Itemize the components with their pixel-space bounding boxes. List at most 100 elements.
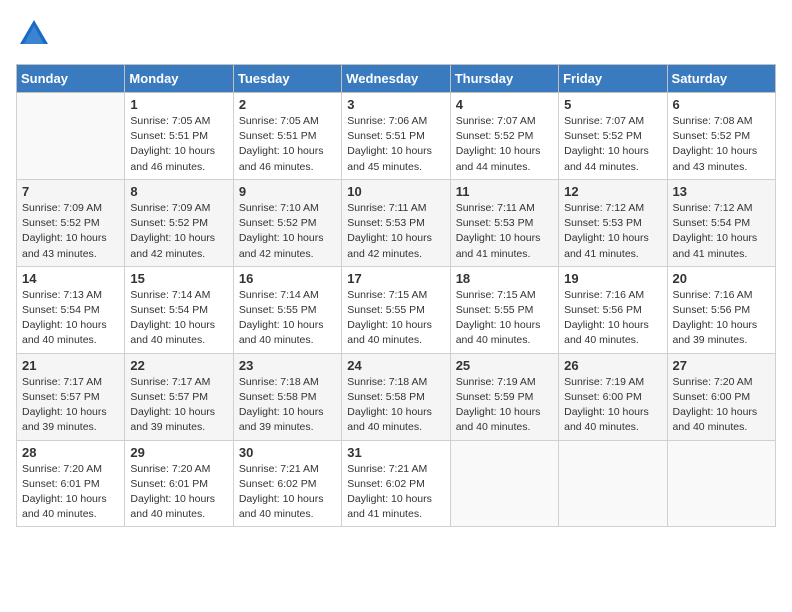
calendar-cell: 9Sunrise: 7:10 AM Sunset: 5:52 PM Daylig…: [233, 179, 341, 266]
calendar-cell: 17Sunrise: 7:15 AM Sunset: 5:55 PM Dayli…: [342, 266, 450, 353]
day-info: Sunrise: 7:20 AM Sunset: 6:01 PM Dayligh…: [130, 462, 227, 523]
day-number: 5: [564, 97, 661, 112]
day-number: 2: [239, 97, 336, 112]
day-info: Sunrise: 7:06 AM Sunset: 5:51 PM Dayligh…: [347, 114, 444, 175]
day-info: Sunrise: 7:19 AM Sunset: 6:00 PM Dayligh…: [564, 375, 661, 436]
day-info: Sunrise: 7:05 AM Sunset: 5:51 PM Dayligh…: [130, 114, 227, 175]
weekday-header-tuesday: Tuesday: [233, 65, 341, 93]
day-number: 21: [22, 358, 119, 373]
day-info: Sunrise: 7:07 AM Sunset: 5:52 PM Dayligh…: [564, 114, 661, 175]
day-info: Sunrise: 7:21 AM Sunset: 6:02 PM Dayligh…: [347, 462, 444, 523]
day-number: 7: [22, 184, 119, 199]
calendar-cell: 1 Sunrise: 7:05 AM Sunset: 5:51 PM Daylig…: [125, 93, 233, 180]
day-info: Sunrise: 7:21 AM Sunset: 6:02 PM Dayligh…: [239, 462, 336, 523]
day-number: 4: [456, 97, 553, 112]
calendar-cell: 29 Sunrise: 7:20 AM Sunset: 6:01 PM Dayli…: [125, 440, 233, 527]
day-info: Sunrise: 7:13 AM Sunset: 5:54 PM Dayligh…: [22, 288, 119, 349]
day-number: 29: [130, 445, 227, 460]
day-number: 30: [239, 445, 336, 460]
calendar-week-5: 28 Sunrise: 7:20 AM Sunset: 6:01 PM Dayli…: [17, 440, 776, 527]
day-number: 10: [347, 184, 444, 199]
weekday-header-thursday: Thursday: [450, 65, 558, 93]
calendar-cell: 21 Sunrise: 7:17 AM Sunset: 5:57 PM Dayli…: [17, 353, 125, 440]
calendar-cell: 31 Sunrise: 7:21 AM Sunset: 6:02 PM Dayli…: [342, 440, 450, 527]
day-number: 18: [456, 271, 553, 286]
day-number: 22: [130, 358, 227, 373]
calendar-cell: 14 Sunrise: 7:13 AM Sunset: 5:54 PM Dayli…: [17, 266, 125, 353]
calendar-cell: 13 Sunrise: 7:12 AM Sunset: 5:54 PM Dayli…: [667, 179, 775, 266]
day-info: Sunrise: 7:14 AM Sunset: 5:54 PM Dayligh…: [130, 288, 227, 349]
day-info: Sunrise: 7:10 AM Sunset: 5:52 PM Dayligh…: [239, 201, 336, 262]
day-info: Sunrise: 7:18 AM Sunset: 5:58 PM Dayligh…: [347, 375, 444, 436]
day-info: Sunrise: 7:05 AM Sunset: 5:51 PM Dayligh…: [239, 114, 336, 175]
calendar-cell: [450, 440, 558, 527]
calendar-cell: 8 Sunrise: 7:09 AM Sunset: 5:52 PM Daylig…: [125, 179, 233, 266]
day-number: 11: [456, 184, 553, 199]
day-number: 8: [130, 184, 227, 199]
calendar-cell: [667, 440, 775, 527]
calendar-cell: 28 Sunrise: 7:20 AM Sunset: 6:01 PM Dayli…: [17, 440, 125, 527]
day-number: 1: [130, 97, 227, 112]
day-info: Sunrise: 7:18 AM Sunset: 5:58 PM Dayligh…: [239, 375, 336, 436]
calendar-cell: 30 Sunrise: 7:21 AM Sunset: 6:02 PM Dayli…: [233, 440, 341, 527]
calendar-week-2: 7 Sunrise: 7:09 AM Sunset: 5:52 PM Daylig…: [17, 179, 776, 266]
calendar-cell: 26 Sunrise: 7:19 AM Sunset: 6:00 PM Dayli…: [559, 353, 667, 440]
day-number: 24: [347, 358, 444, 373]
calendar-table: SundayMondayTuesdayWednesdayThursdayFrid…: [16, 64, 776, 527]
calendar-cell: 22 Sunrise: 7:17 AM Sunset: 5:57 PM Dayli…: [125, 353, 233, 440]
calendar-cell: 5 Sunrise: 7:07 AM Sunset: 5:52 PM Daylig…: [559, 93, 667, 180]
calendar-cell: 18 Sunrise: 7:15 AM Sunset: 5:55 PM Dayli…: [450, 266, 558, 353]
weekday-header-wednesday: Wednesday: [342, 65, 450, 93]
calendar-cell: [17, 93, 125, 180]
day-number: 17: [347, 271, 444, 286]
calendar-cell: 11Sunrise: 7:11 AM Sunset: 5:53 PM Dayli…: [450, 179, 558, 266]
day-info: Sunrise: 7:09 AM Sunset: 5:52 PM Dayligh…: [130, 201, 227, 262]
day-number: 12: [564, 184, 661, 199]
day-number: 3: [347, 97, 444, 112]
day-info: Sunrise: 7:17 AM Sunset: 5:57 PM Dayligh…: [22, 375, 119, 436]
calendar-week-4: 21 Sunrise: 7:17 AM Sunset: 5:57 PM Dayli…: [17, 353, 776, 440]
day-number: 20: [673, 271, 770, 286]
calendar-cell: 3 Sunrise: 7:06 AM Sunset: 5:51 PM Daylig…: [342, 93, 450, 180]
weekday-header-monday: Monday: [125, 65, 233, 93]
calendar-cell: 2 Sunrise: 7:05 AM Sunset: 5:51 PM Daylig…: [233, 93, 341, 180]
calendar-cell: 4 Sunrise: 7:07 AM Sunset: 5:52 PM Daylig…: [450, 93, 558, 180]
weekday-header-friday: Friday: [559, 65, 667, 93]
calendar-cell: 15 Sunrise: 7:14 AM Sunset: 5:54 PM Dayli…: [125, 266, 233, 353]
day-info: Sunrise: 7:17 AM Sunset: 5:57 PM Dayligh…: [130, 375, 227, 436]
day-info: Sunrise: 7:12 AM Sunset: 5:54 PM Dayligh…: [673, 201, 770, 262]
calendar-cell: 25Sunrise: 7:19 AM Sunset: 5:59 PM Dayli…: [450, 353, 558, 440]
calendar-week-3: 14 Sunrise: 7:13 AM Sunset: 5:54 PM Dayli…: [17, 266, 776, 353]
day-info: Sunrise: 7:14 AM Sunset: 5:55 PM Dayligh…: [239, 288, 336, 349]
calendar-cell: 16 Sunrise: 7:14 AM Sunset: 5:55 PM Dayli…: [233, 266, 341, 353]
calendar-cell: 10 Sunrise: 7:11 AM Sunset: 5:53 PM Dayli…: [342, 179, 450, 266]
calendar-cell: 24 Sunrise: 7:18 AM Sunset: 5:58 PM Dayli…: [342, 353, 450, 440]
day-number: 28: [22, 445, 119, 460]
weekday-header-saturday: Saturday: [667, 65, 775, 93]
page-header: [16, 16, 776, 52]
day-info: Sunrise: 7:20 AM Sunset: 6:01 PM Dayligh…: [22, 462, 119, 523]
day-number: 27: [673, 358, 770, 373]
day-number: 23: [239, 358, 336, 373]
day-number: 13: [673, 184, 770, 199]
day-number: 15: [130, 271, 227, 286]
day-number: 31: [347, 445, 444, 460]
day-info: Sunrise: 7:09 AM Sunset: 5:52 PM Dayligh…: [22, 201, 119, 262]
day-number: 19: [564, 271, 661, 286]
day-number: 16: [239, 271, 336, 286]
day-info: Sunrise: 7:12 AM Sunset: 5:53 PM Dayligh…: [564, 201, 661, 262]
day-number: 14: [22, 271, 119, 286]
calendar-week-1: 1 Sunrise: 7:05 AM Sunset: 5:51 PM Daylig…: [17, 93, 776, 180]
day-info: Sunrise: 7:15 AM Sunset: 5:55 PM Dayligh…: [456, 288, 553, 349]
calendar-cell: 20Sunrise: 7:16 AM Sunset: 5:56 PM Dayli…: [667, 266, 775, 353]
logo: [16, 16, 56, 52]
day-number: 26: [564, 358, 661, 373]
day-info: Sunrise: 7:16 AM Sunset: 5:56 PM Dayligh…: [564, 288, 661, 349]
day-info: Sunrise: 7:08 AM Sunset: 5:52 PM Dayligh…: [673, 114, 770, 175]
calendar-cell: 12 Sunrise: 7:12 AM Sunset: 5:53 PM Dayli…: [559, 179, 667, 266]
calendar-cell: 27Sunrise: 7:20 AM Sunset: 6:00 PM Dayli…: [667, 353, 775, 440]
day-info: Sunrise: 7:07 AM Sunset: 5:52 PM Dayligh…: [456, 114, 553, 175]
day-info: Sunrise: 7:11 AM Sunset: 5:53 PM Dayligh…: [347, 201, 444, 262]
calendar-cell: 6Sunrise: 7:08 AM Sunset: 5:52 PM Daylig…: [667, 93, 775, 180]
weekday-header-sunday: Sunday: [17, 65, 125, 93]
